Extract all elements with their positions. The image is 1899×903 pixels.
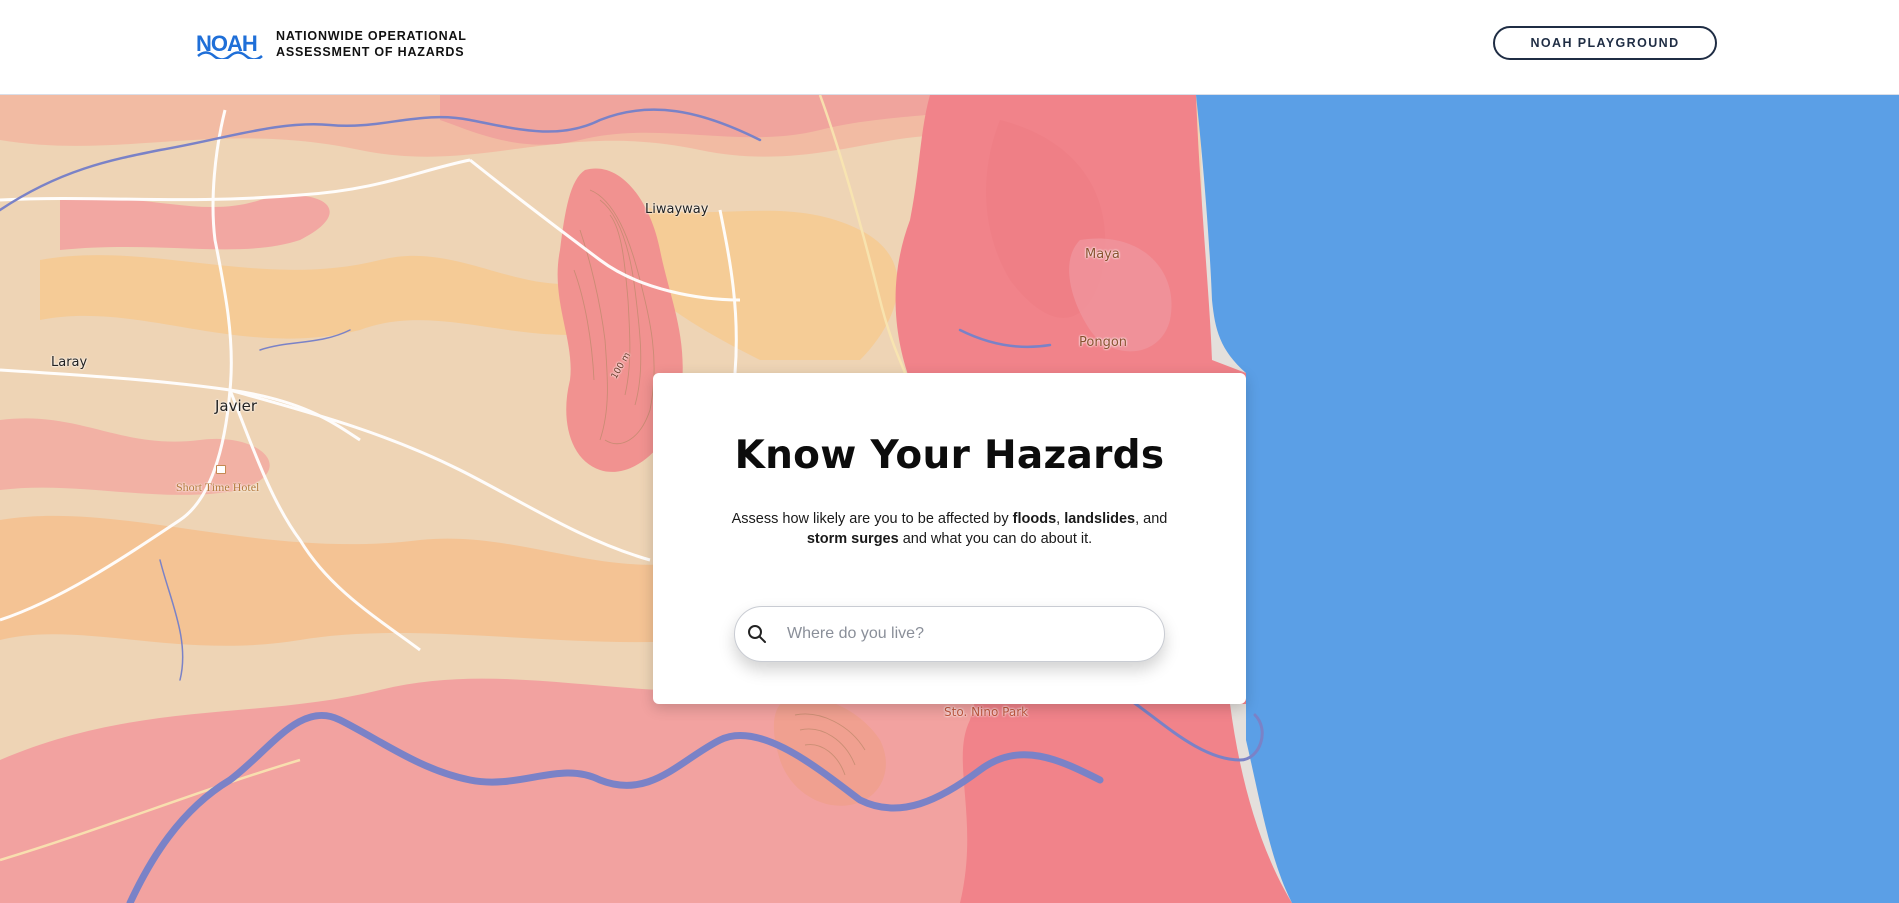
noah-playground-button[interactable]: NOAH PLAYGROUND [1493,26,1717,60]
place-label-pongon: Pongon [1079,335,1128,350]
place-label-javier: Javier [215,397,258,415]
desc-intro: Assess how likely are you to be affected… [731,511,1013,527]
noah-logo: NOAH [196,31,263,59]
place-label-maya: Maya [1085,247,1120,262]
desc-comma: , [1056,511,1065,527]
hazard-landslides: landslides [1064,511,1136,527]
place-label-laray: Laray [51,355,88,370]
poi-label-sto-nino-park: Sto. Nino Park [944,705,1029,719]
hazard-floods: floods [1012,511,1057,527]
hazard-storm-surges: storm surges [806,531,899,547]
know-your-hazards-card: Know Your Hazards Assess how likely are … [653,373,1246,704]
card-title: Know Your Hazards [734,433,1165,478]
org-line-1: NATIONWIDE OPERATIONAL [276,29,467,43]
location-search-box[interactable] [734,606,1165,662]
search-icon [748,625,766,643]
brand[interactable]: NOAH NATIONWIDE OPERATIONAL ASSESSMENT O… [196,28,467,60]
poi-label-short-time-hotel: Short Time Hotel [176,480,260,494]
location-search-input[interactable] [785,624,1149,644]
card-description: Assess how likely are you to be affected… [711,509,1188,549]
place-label-liwayway: Liwayway [645,202,709,217]
org-line-2: ASSESSMENT OF HAZARDS [276,45,465,59]
top-navbar: NOAH NATIONWIDE OPERATIONAL ASSESSMENT O… [0,0,1899,95]
organization-name: NATIONWIDE OPERATIONAL ASSESSMENT OF HAZ… [276,28,467,60]
desc-and: , and [1135,511,1168,527]
desc-end: and what you can do about it. [898,531,1093,547]
hotel-icon [216,465,226,474]
